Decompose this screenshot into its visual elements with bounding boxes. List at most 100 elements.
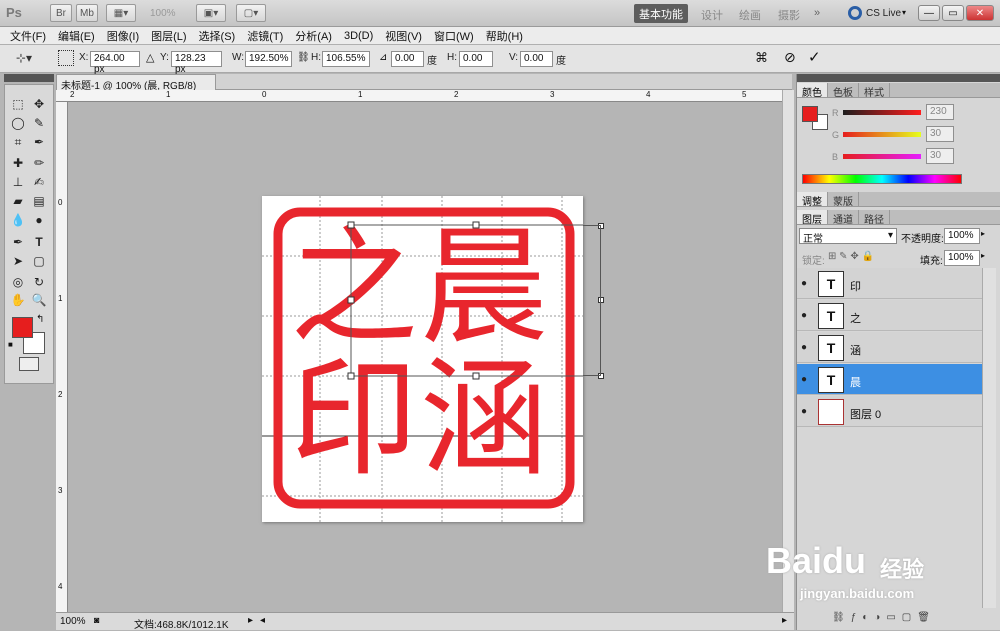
eye-icon[interactable]: ● <box>801 374 807 385</box>
bridge-icon[interactable]: Br <box>50 4 72 22</box>
blue-value-field[interactable]: 30 <box>926 148 954 164</box>
menu-analysis[interactable]: 分析(A) <box>295 28 332 44</box>
lasso-tool-icon[interactable]: ◯ <box>9 114 27 132</box>
y-position-field[interactable]: 128.23 px <box>171 51 222 75</box>
tab-swatches[interactable]: 色板 <box>828 83 859 99</box>
eye-icon[interactable]: ● <box>801 406 807 417</box>
3d-rotate-tool-icon[interactable]: ◎ <box>9 273 27 291</box>
minimize-button[interactable]: — <box>918 5 940 21</box>
fill-arrow-icon[interactable]: ▸ <box>981 251 985 260</box>
3d-orbit-tool-icon[interactable]: ↻ <box>30 273 48 291</box>
menu-select[interactable]: 选择(S) <box>199 28 236 44</box>
scroll-left-icon[interactable]: ◂ <box>260 615 265 626</box>
red-value-field[interactable]: 230 <box>926 104 954 120</box>
eyedropper-tool-icon[interactable]: ✒ <box>30 133 48 151</box>
screen-mode-icon[interactable]: ▢▾ <box>236 4 266 22</box>
layers-scrollbar[interactable] <box>982 268 996 608</box>
opacity-arrow-icon[interactable]: ▸ <box>981 229 985 238</box>
rotate-angle-field[interactable]: 0.00 <box>391 51 424 67</box>
red-slider[interactable] <box>843 110 921 115</box>
shape-tool-icon[interactable]: ▢ <box>30 252 48 270</box>
commit-transform-icon[interactable]: ✓ <box>808 48 821 66</box>
type-tool-icon[interactable]: T <box>30 233 48 251</box>
history-brush-tool-icon[interactable]: ✍ <box>30 173 48 191</box>
green-value-field[interactable]: 30 <box>926 126 954 142</box>
layer-row[interactable]: ● T 涵 <box>797 332 982 363</box>
swap-colors-icon[interactable]: ↰ <box>36 314 44 325</box>
menu-file[interactable]: 文件(F) <box>10 28 46 44</box>
foreground-color-swatch[interactable] <box>12 317 33 338</box>
transform-bounding-box[interactable] <box>262 196 583 522</box>
color-panel-fg-swatch[interactable] <box>802 106 818 122</box>
scroll-right-icon[interactable]: ▸ <box>782 615 787 626</box>
default-colors-icon[interactable]: ■ <box>8 340 13 349</box>
dodge-tool-icon[interactable]: ● <box>30 211 48 229</box>
quick-select-tool-icon[interactable]: ✎ <box>30 114 48 132</box>
blue-slider[interactable] <box>843 154 921 159</box>
color-spectrum-bar[interactable] <box>802 174 962 184</box>
layer-row-selected[interactable]: ● T 晨 <box>797 364 982 395</box>
menu-window[interactable]: 窗口(W) <box>434 28 474 44</box>
tab-adjustments[interactable]: 调整 <box>797 192 828 208</box>
maximize-button[interactable]: ▭ <box>942 5 964 21</box>
marquee-tool-icon[interactable]: ⬚ <box>9 95 27 113</box>
tab-channels[interactable]: 通道 <box>828 210 859 226</box>
arrange-documents-icon[interactable]: ▣▾ <box>196 4 226 22</box>
layer-row[interactable]: ● T 之 <box>797 300 982 331</box>
x-position-field[interactable]: 264.00 px <box>90 51 140 75</box>
opacity-field[interactable]: 100% <box>944 228 980 244</box>
warp-mode-icon[interactable]: ⌘ <box>755 50 768 66</box>
tab-paths[interactable]: 路径 <box>859 210 890 226</box>
extras-menu-icon[interactable]: ▦▾ <box>106 4 136 22</box>
workspace-essentials[interactable]: 基本功能 <box>634 4 688 23</box>
menu-layer[interactable]: 图层(L) <box>151 28 186 44</box>
height-field[interactable]: 106.55% <box>322 51 370 67</box>
healing-brush-tool-icon[interactable]: ✚ <box>9 154 27 172</box>
status-zoom[interactable]: 100% <box>60 616 86 627</box>
tab-masks[interactable]: 蒙版 <box>828 192 859 208</box>
close-button[interactable]: ✕ <box>966 5 994 21</box>
lock-options-icon[interactable]: ⊞ ✎ ✥ 🔒 <box>828 251 874 262</box>
tab-layers[interactable]: 图层 <box>797 210 828 226</box>
eye-icon[interactable]: ● <box>801 310 807 321</box>
width-field[interactable]: 192.50% <box>245 51 292 67</box>
move-tool-icon[interactable]: ✥ <box>30 95 48 113</box>
zoom-tool-icon[interactable]: 🔍 <box>30 291 48 309</box>
menu-filter[interactable]: 滤镜(T) <box>247 28 283 44</box>
link-icon[interactable]: ⛓ <box>297 52 310 63</box>
layer-actions-icons[interactable]: ⛓ƒ◐◑▭▢🗑 <box>832 612 936 623</box>
document-canvas[interactable]: 晨 涵 之 印 <box>262 196 583 522</box>
blur-tool-icon[interactable]: 💧 <box>9 211 27 229</box>
zoom-level-display[interactable]: 100% <box>150 8 176 19</box>
brush-tool-icon[interactable]: ✏ <box>30 154 48 172</box>
tab-color[interactable]: 颜色 <box>797 83 828 99</box>
menu-3d[interactable]: 3D(D) <box>344 30 373 42</box>
minibridge-icon[interactable]: Mb <box>76 4 98 22</box>
cancel-transform-icon[interactable]: ⊘ <box>784 49 796 66</box>
cs-live-label[interactable]: CS Live <box>866 8 901 19</box>
hand-tool-icon[interactable]: ✋ <box>9 291 27 309</box>
more-workspaces-icon[interactable]: » <box>814 7 820 19</box>
blend-mode-select[interactable]: 正常 ▾ <box>799 228 897 245</box>
layer-row[interactable]: ● 图层 0 <box>797 396 982 427</box>
eraser-tool-icon[interactable]: ▰ <box>9 192 27 210</box>
fill-field[interactable]: 100% <box>944 250 980 266</box>
green-slider[interactable] <box>843 132 921 137</box>
workspace-photography[interactable]: 摄影 <box>778 7 800 23</box>
workspace-painting[interactable]: 绘画 <box>739 7 761 23</box>
crop-tool-icon[interactable]: ⌗ <box>9 133 27 151</box>
status-menu-arrow-icon[interactable]: ▸ <box>248 615 253 626</box>
path-select-tool-icon[interactable]: ➤ <box>9 252 27 270</box>
layer-row[interactable]: ● T 印 <box>797 268 982 299</box>
chevron-down-icon[interactable]: ▾ <box>902 8 906 17</box>
menu-help[interactable]: 帮助(H) <box>486 28 523 44</box>
vertical-scrollbar[interactable] <box>782 90 794 612</box>
gradient-tool-icon[interactable]: ▤ <box>30 192 48 210</box>
tab-styles[interactable]: 样式 <box>859 83 890 99</box>
menu-edit[interactable]: 编辑(E) <box>58 28 95 44</box>
eye-icon[interactable]: ● <box>801 278 807 289</box>
eye-icon[interactable]: ● <box>801 342 807 353</box>
status-info-icon[interactable]: ◙ <box>94 615 99 625</box>
document-tab[interactable]: 未标题-1 @ 100% (晨, RGB/8) *× <box>56 74 216 103</box>
menu-view[interactable]: 视图(V) <box>385 28 422 44</box>
